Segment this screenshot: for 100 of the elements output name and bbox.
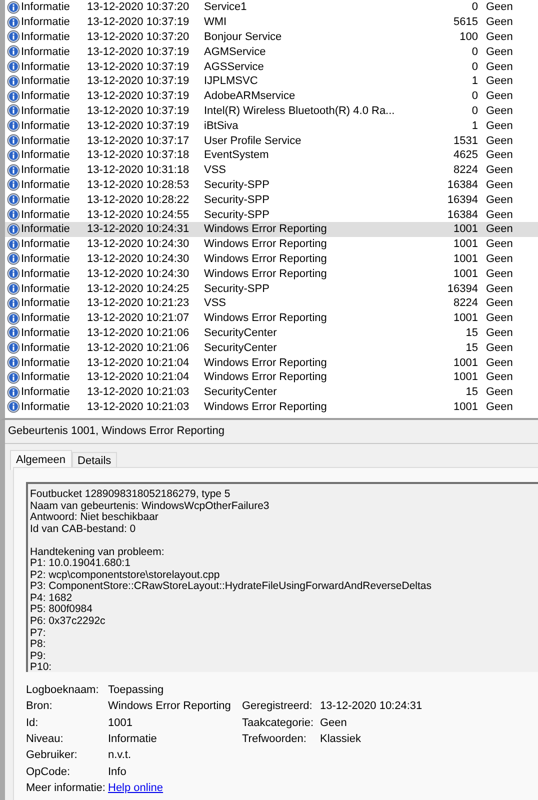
level-cell-text: Informatie bbox=[21, 386, 71, 398]
event-row[interactable]: Informatie 13-12-2020 10:28:22 Security-SPP 16394 Geen bbox=[5, 192, 538, 208]
info-icon bbox=[7, 119, 20, 132]
event-row[interactable]: Informatie 13-12-2020 10:21:04 Windows Error Reporting 1001 Geen bbox=[5, 355, 538, 370]
source-cell-text: WMI bbox=[204, 16, 228, 28]
event-id-cell-text: 15 bbox=[464, 342, 478, 354]
category-cell: Geen bbox=[486, 104, 513, 117]
event-row[interactable]: Informatie 13-12-2020 10:37:19 iBtSiva 1 Geen bbox=[5, 118, 538, 134]
info-icon bbox=[7, 16, 20, 29]
event-row[interactable]: Informatie 13-12-2020 10:37:19 IJPLMSVC 1 Geen bbox=[5, 74, 538, 89]
level-cell-text: Informatie bbox=[21, 104, 71, 117]
event-row[interactable]: Informatie 13-12-2020 10:24:30 Windows Error Reporting 1001 Geen bbox=[5, 266, 538, 282]
event-row[interactable]: Informatie 13-12-2020 10:37:19 AGMService 0 Geen bbox=[5, 44, 538, 60]
event-row[interactable]: Informatie 13-12-2020 10:37:17 User Profile Service 1531 Geen bbox=[5, 133, 538, 148]
date-cell-text: 13-12-2020 10:37:19 bbox=[87, 104, 190, 117]
help-link[interactable]: Help online bbox=[108, 782, 242, 794]
event-row[interactable]: Informatie 13-12-2020 10:24:30 Windows Error Reporting 1001 Geen bbox=[5, 236, 538, 252]
date-cell-text: 13-12-2020 10:24:55 bbox=[87, 208, 190, 221]
level-cell-text: Informatie bbox=[21, 178, 71, 191]
event-id-cell-text: 15 bbox=[464, 386, 478, 398]
date-cell-text: 13-12-2020 10:37:19 bbox=[87, 16, 190, 28]
info-icon bbox=[7, 356, 20, 370]
source-cell-text: AdobeARMservice bbox=[204, 90, 296, 102]
level-cell-text: Informatie bbox=[21, 194, 71, 206]
category-cell: Geen bbox=[486, 282, 513, 295]
level-cell-text: Informatie bbox=[21, 46, 71, 58]
field-value: 13-12-2020 10:24:31 bbox=[320, 700, 422, 712]
event-id-cell-text: 1001 bbox=[452, 268, 478, 280]
category-cell: Geen bbox=[486, 194, 513, 206]
event-id-cell-text: 0 bbox=[470, 90, 478, 102]
info-icon bbox=[7, 267, 20, 280]
date-cell-text: 13-12-2020 10:24:31 bbox=[87, 223, 190, 236]
level-cell-text: Informatie bbox=[21, 16, 71, 28]
info-icon bbox=[7, 208, 20, 222]
date-cell-text: 13-12-2020 10:28:53 bbox=[87, 178, 190, 191]
level-cell-text: Informatie bbox=[21, 342, 71, 354]
event-row[interactable]: Informatie 13-12-2020 10:37:19 AGSService 0 Geen bbox=[5, 59, 538, 74]
source-cell-text: Security-SPP bbox=[204, 194, 270, 206]
event-row[interactable]: Informatie 13-12-2020 10:31:18 VSS 8224 Geen bbox=[5, 162, 538, 178]
source-cell-text: AGSService bbox=[204, 60, 265, 73]
date-cell-text: 13-12-2020 10:21:04 bbox=[87, 356, 190, 369]
source-cell-text: Windows Error Reporting bbox=[204, 356, 328, 369]
source-cell-text: Service1 bbox=[204, 1, 248, 14]
category-cell: Geen bbox=[486, 252, 513, 265]
description-line: P10: bbox=[30, 662, 53, 672]
event-row[interactable]: Informatie 13-12-2020 10:37:19 Intel(R) Wireless Bluetooth(R) 4.0 Ra... 0 Geen bbox=[5, 104, 538, 118]
source-cell-text: Intel(R) Wireless Bluetooth(R) 4.0 Ra... bbox=[204, 104, 396, 117]
category-cell: Geen bbox=[486, 268, 513, 280]
event-id-cell-text: 1001 bbox=[452, 371, 478, 384]
date-cell-text: 13-12-2020 10:24:25 bbox=[87, 282, 190, 295]
source-cell-text: Security-SPP bbox=[204, 282, 270, 295]
source-cell-text: AGMService bbox=[204, 46, 267, 58]
event-row[interactable]: Informatie 13-12-2020 10:37:19 AdobeARMservice 0 Geen bbox=[5, 88, 538, 104]
event-id-cell-text: 16394 bbox=[446, 194, 478, 206]
event-row[interactable]: Informatie 13-12-2020 10:24:25 Security-SPP 16394 Geen bbox=[5, 281, 538, 296]
event-row[interactable]: Informatie 13-12-2020 10:21:23 VSS 8224 Geen bbox=[5, 296, 538, 311]
category-cell: Geen bbox=[486, 223, 513, 236]
source-cell-text: Windows Error Reporting bbox=[204, 238, 328, 250]
source-cell-text: User Profile Service bbox=[204, 134, 302, 147]
event-row[interactable]: Informatie 13-12-2020 10:21:03 SecurityCenter 15 Geen bbox=[5, 384, 538, 400]
category-cell: Geen bbox=[486, 178, 513, 191]
level-cell-text: Informatie bbox=[21, 1, 71, 14]
date-cell-text: 13-12-2020 10:21:04 bbox=[87, 371, 190, 384]
info-icon bbox=[7, 341, 20, 354]
info-icon bbox=[7, 252, 20, 266]
level-cell-text: Informatie bbox=[21, 75, 71, 88]
info-icon bbox=[7, 45, 20, 58]
info-icon bbox=[7, 222, 20, 236]
event-row[interactable]: Informatie 13-12-2020 10:24:31 Windows Error Reporting 1001 Geen bbox=[5, 222, 538, 237]
date-cell-text: 13-12-2020 10:37:19 bbox=[87, 75, 190, 88]
event-row[interactable]: Informatie 13-12-2020 10:21:07 Windows Error Reporting 1001 Geen bbox=[5, 310, 538, 326]
info-icon bbox=[7, 178, 20, 192]
event-row[interactable]: Informatie 13-12-2020 10:37:19 WMI 5615 Geen bbox=[5, 14, 538, 30]
field-label: Logboeknaam: bbox=[26, 684, 100, 696]
event-row[interactable]: Informatie 13-12-2020 10:21:06 SecurityCenter 15 Geen bbox=[5, 340, 538, 356]
date-cell-text: 13-12-2020 10:21:06 bbox=[87, 342, 190, 354]
event-id-cell-text: 0 bbox=[470, 1, 478, 14]
source-cell-text: SecurityCenter bbox=[204, 342, 278, 354]
source-cell-text: Bonjour Service bbox=[204, 30, 283, 43]
info-icon bbox=[7, 90, 20, 103]
event-row[interactable]: Informatie 13-12-2020 10:24:55 Security-SPP 16384 Geen bbox=[5, 207, 538, 222]
field-label: Gebruiker: bbox=[26, 749, 78, 762]
event-row[interactable]: Informatie 13-12-2020 10:24:30 Windows Error Reporting 1001 Geen bbox=[5, 252, 538, 266]
category-cell: Geen bbox=[486, 326, 513, 339]
panel-title: Gebeurtenis 1001, Windows Error Reporting bbox=[5, 420, 538, 444]
event-row[interactable]: Informatie 13-12-2020 10:21:04 Windows Error Reporting 1001 Geen bbox=[5, 370, 538, 385]
event-row[interactable]: Informatie 13-12-2020 10:37:18 EventSystem 4625 Geen bbox=[5, 148, 538, 163]
event-row[interactable]: Informatie 13-12-2020 10:21:03 Windows Error Reporting 1001 Geen bbox=[5, 400, 538, 414]
source-cell-text: SecurityCenter bbox=[204, 326, 278, 339]
date-cell-text: 13-12-2020 10:37:19 bbox=[87, 46, 190, 58]
event-row[interactable]: Informatie 13-12-2020 10:37:20 Bonjour Service 100 Geen bbox=[5, 30, 538, 44]
description-line: P3: ComponentStore::CRawStoreLayout::HydrateFileUsingForwardAndReverseDeltas bbox=[30, 581, 433, 593]
event-row[interactable]: Informatie 13-12-2020 10:37:20 Service1 0 Geen bbox=[5, 0, 538, 15]
description-field[interactable] bbox=[26, 482, 538, 672]
event-row[interactable]: Informatie 13-12-2020 10:21:06 SecurityCenter 15 Geen bbox=[5, 326, 538, 340]
info-icon bbox=[7, 164, 20, 177]
field-value: Info bbox=[108, 766, 128, 778]
event-row[interactable]: Informatie 13-12-2020 10:28:53 Security-SPP 16384 Geen bbox=[5, 178, 538, 192]
source-cell-text: Windows Error Reporting bbox=[204, 400, 328, 413]
description-line: Naam van gebeurtenis: WindowsWcpOtherFailure3 bbox=[30, 500, 270, 512]
